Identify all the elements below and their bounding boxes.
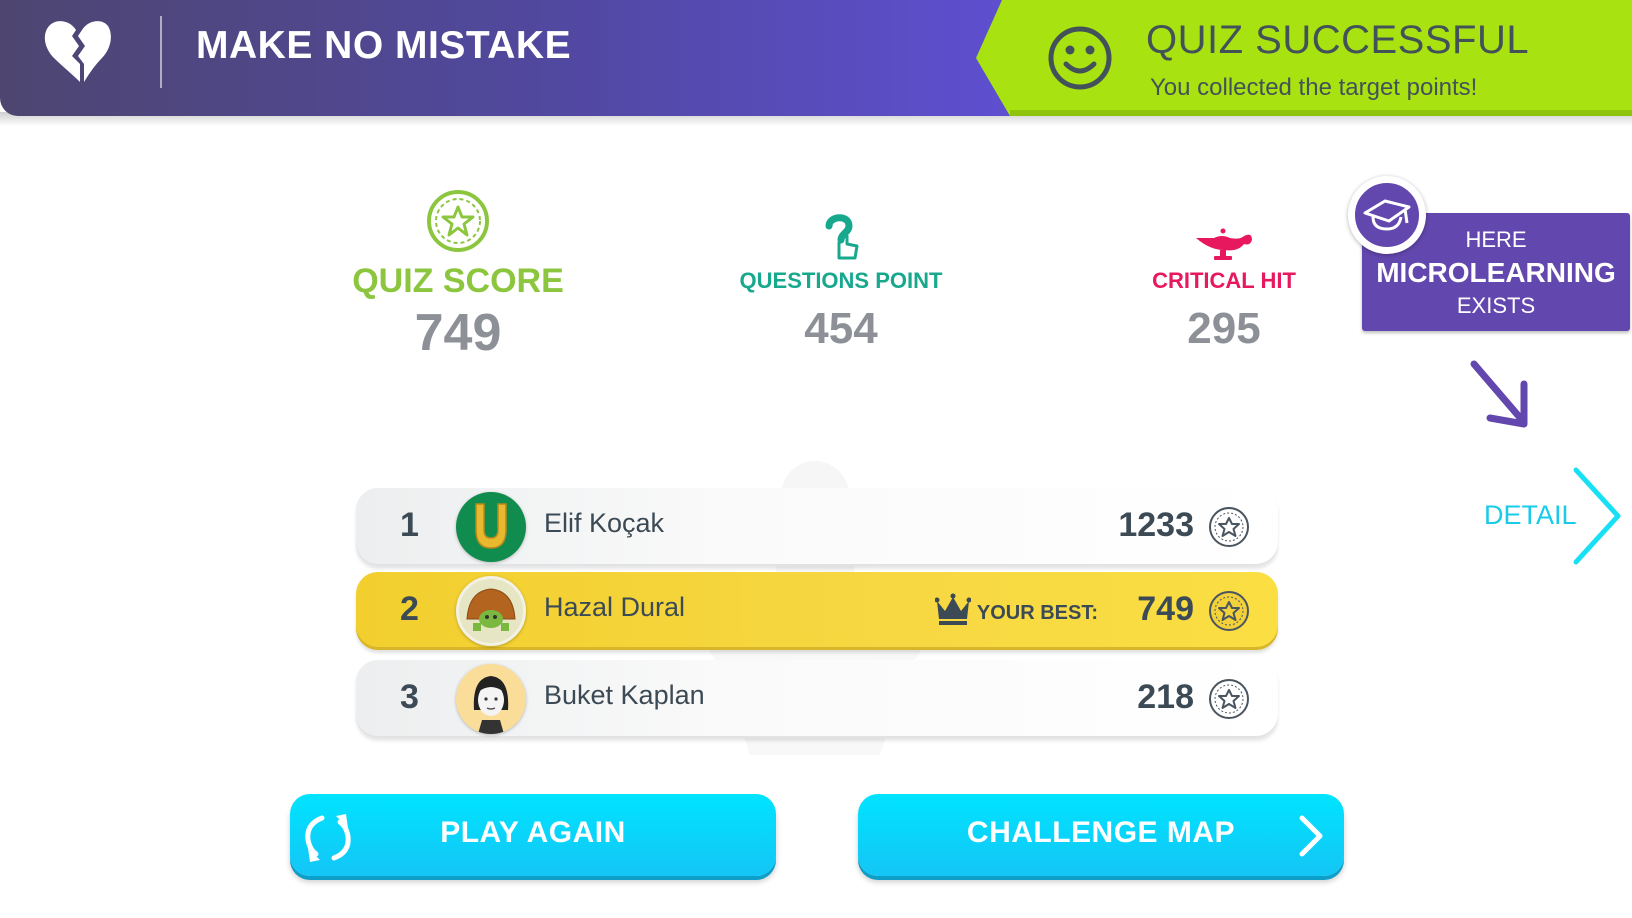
challenge-map-label: CHALLENGE MAP — [966, 816, 1236, 849]
star-coin-icon — [1209, 591, 1249, 631]
rank: 1 — [400, 506, 419, 544]
star-coin-icon — [427, 190, 489, 252]
player-name: Elif Koçak — [544, 508, 665, 538]
horseshoe-avatar — [456, 492, 526, 562]
detail-link[interactable]: DETAIL — [1480, 462, 1630, 572]
stat-value: 454 — [804, 304, 878, 353]
player-score: 218 — [1137, 678, 1194, 716]
play-again-button[interactable]: PLAY AGAIN — [290, 794, 776, 876]
arrow-down-right-icon — [1470, 360, 1528, 428]
result-title: QUIZ SUCCESSFUL — [1146, 18, 1530, 62]
smiley-icon — [1048, 26, 1112, 90]
rank: 2 — [400, 590, 419, 628]
game-mode-bar: MAKE NO MISTAKE — [0, 0, 1010, 116]
result-subtitle: You collected the target points! — [1150, 74, 1478, 101]
stat-value: 295 — [1187, 304, 1261, 353]
graduation-cap-badge — [1348, 176, 1426, 254]
quiz-result-screen: MAKE NO MISTAKE QUIZ SUCCESSFUL You coll… — [0, 0, 1632, 918]
stat-critical-hit: CRITICAL HIT 295 — [1064, 228, 1384, 354]
graduation-cap-icon — [1363, 199, 1411, 231]
player-score: 1233 — [1118, 506, 1194, 544]
microlearning-line3: EXISTS — [1456, 293, 1536, 318]
turtle-avatar — [456, 576, 526, 646]
your-best-label: YOUR BEST: — [976, 602, 1098, 624]
woman-avatar — [456, 664, 526, 734]
your-best: YOUR BEST: — [934, 592, 1098, 625]
header-divider — [160, 16, 162, 88]
stat-value: 749 — [414, 304, 502, 362]
question-hand-icon — [825, 214, 859, 260]
player-name: Hazal Dural — [544, 592, 686, 622]
player-name: Buket Kaplan — [544, 680, 705, 710]
detail-label: DETAIL — [1484, 500, 1577, 530]
leaderboard-row: 1 Elif Koçak 1233 — [356, 488, 1278, 566]
crown-icon — [934, 593, 971, 625]
stat-label: CRITICAL HIT — [1152, 268, 1296, 293]
stat-questions-point: QUESTIONS POINT 454 — [681, 212, 1001, 354]
leaderboard-row-current-user: 2 Hazal Dural YOUR BEST: 749 — [356, 572, 1278, 650]
header: MAKE NO MISTAKE QUIZ SUCCESSFUL You coll… — [0, 0, 1632, 126]
chevron-right-icon — [1573, 467, 1621, 565]
magic-lamp-icon — [1196, 228, 1252, 260]
microlearning-line2: MICROLEARNING — [1376, 257, 1616, 288]
stat-label: QUESTIONS POINT — [739, 268, 943, 293]
challenge-map-button[interactable]: CHALLENGE MAP — [858, 794, 1344, 876]
stat-quiz-score: QUIZ SCORE 749 — [298, 188, 618, 363]
star-coin-icon — [1209, 507, 1249, 547]
leaderboard-row: 3 Buket Kaplan 218 — [356, 660, 1278, 738]
stat-label: QUIZ SCORE — [352, 262, 564, 300]
player-score: 749 — [1137, 590, 1194, 628]
star-coin-icon — [1209, 679, 1249, 719]
play-again-label: PLAY AGAIN — [440, 816, 626, 849]
chevron-right-icon — [1299, 815, 1323, 857]
rank: 3 — [400, 678, 419, 716]
broken-heart-icon — [44, 21, 111, 82]
game-mode-title: MAKE NO MISTAKE — [196, 24, 572, 67]
